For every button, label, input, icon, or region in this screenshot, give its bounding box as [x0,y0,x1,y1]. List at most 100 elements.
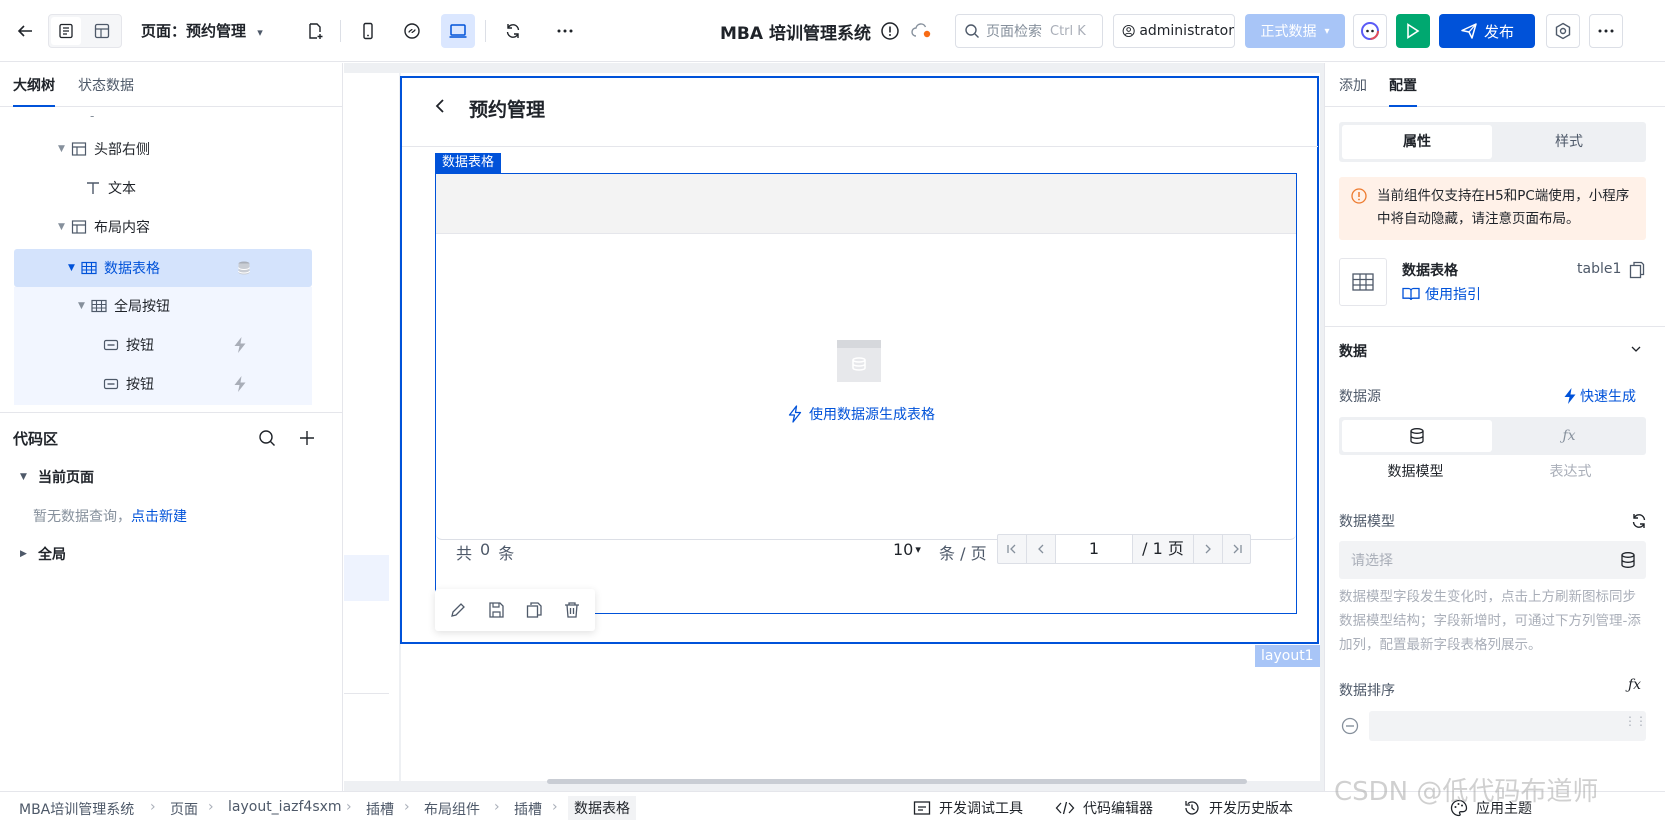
user-menu[interactable]: administrator [1113,14,1235,48]
tab-outline-tree[interactable]: 大纲树 [13,75,55,107]
tree-node-header-right[interactable]: ▼ 头部右侧 [58,130,150,168]
page-input[interactable]: 1 [1056,535,1133,563]
layout-tag[interactable]: layout1 [1255,645,1320,667]
copy-icon[interactable] [525,601,543,619]
more-icon[interactable] [548,14,582,48]
database-icon[interactable] [236,260,252,276]
refresh-icon[interactable] [496,14,530,48]
breadcrumb-item[interactable]: MBA培训管理系统 [19,799,134,819]
mobile-preview-icon[interactable] [351,14,385,48]
page-title: 预约管理 [469,99,546,121]
edit-icon[interactable] [449,601,467,619]
first-page-icon[interactable] [998,535,1027,563]
breadcrumb-item[interactable]: 布局组件 [424,799,480,819]
ds-option-expression[interactable]: 表达式 [1495,461,1646,481]
last-page-icon[interactable] [1223,535,1250,563]
function-fx-icon[interactable]: ƒx [1628,677,1641,693]
prev-page-icon[interactable] [1027,535,1056,563]
model-placeholder: 请选择 [1351,553,1393,569]
run-preview-button[interactable] [1396,14,1430,48]
caret-right-icon[interactable]: ▶ [20,549,38,559]
publish-button[interactable]: 发布 [1439,14,1535,48]
table-body [436,234,1296,540]
breadcrumb-item[interactable]: 插槽 [514,799,542,819]
settings-icon[interactable] [1546,14,1580,48]
caret-down-icon[interactable]: ▼ [58,222,70,232]
miniprogram-preview-icon[interactable] [395,14,429,48]
property-style-segment: 属性 样式 [1339,122,1646,162]
page-selector[interactable]: 页面：预约管理 ▾ [141,20,263,41]
model-select[interactable]: 请选择 [1339,541,1646,579]
function-fx-icon[interactable]: ƒx [1495,420,1643,452]
info-icon[interactable] [880,21,900,41]
component-name: 数据表格 [1402,263,1458,279]
env-selector[interactable]: 正式数据 ▾ [1245,14,1345,48]
breadcrumb-item[interactable]: 插槽 [366,799,394,819]
generate-table-link[interactable]: 使用数据源生成表格 [787,404,935,424]
outline-view-icon[interactable] [51,17,81,45]
quick-generate-link[interactable]: 快速生成 [1563,386,1636,406]
caret-down-icon[interactable]: ▼ [68,263,80,273]
code-group-current-page[interactable]: ▼ 当前页面 [20,467,94,487]
ai-assistant-icon[interactable] [1353,14,1387,48]
history-button[interactable]: 开发历史版本 [1183,798,1293,818]
caret-down-icon[interactable]: ▼ [58,144,70,154]
code-editor-button[interactable]: 代码编辑器 [1055,798,1153,818]
drag-handle-icon[interactable]: ⋮⋮ [1624,714,1647,728]
caret-down-icon[interactable]: ▼ [20,472,38,482]
breadcrumb-item[interactable]: 页面 [170,799,198,819]
code-group-global[interactable]: ▶ 全局 [20,544,66,564]
tab-add[interactable]: 添加 [1339,75,1367,95]
chevron-left-icon[interactable] [434,97,446,115]
create-query-link[interactable]: 点击新建 [131,509,187,525]
copy-id-icon[interactable] [1629,261,1645,279]
save-icon[interactable] [487,601,505,619]
tree-node-data-table[interactable]: ▼ 数据表格 [68,249,160,287]
code-icon [1055,801,1075,815]
search-icon [965,24,979,38]
more-menu-icon[interactable] [1589,14,1623,48]
tree-node-layout-content[interactable]: ▼ 布局内容 [58,208,150,246]
tab-config[interactable]: 配置 [1389,75,1417,107]
lightning-event-icon[interactable] [232,375,248,393]
remove-circle-icon[interactable] [1341,717,1359,735]
tree-node-global-buttons[interactable]: ▼ 全局按钮 [78,287,170,325]
delete-icon[interactable] [563,601,581,619]
layout-view-icon[interactable] [87,17,117,45]
pc-preview-icon[interactable] [441,14,475,48]
app-theme-button[interactable]: 应用主题 [1450,798,1532,818]
refresh-icon[interactable] [1630,512,1648,530]
breadcrumb-separator: › [150,799,156,815]
breadcrumb-separator: › [404,799,410,815]
seg-properties[interactable]: 属性 [1342,125,1492,159]
tree-node-text[interactable]: 文本 [84,169,136,207]
cloud-sync-icon[interactable] [910,21,934,41]
table-icon [90,297,108,315]
canvas-ghost-divider [344,693,389,694]
notice-banner: 当前组件仅支持在H5和PC端使用，小程序中将自动隐藏，请注意页面布局。 [1339,177,1646,240]
page-search-input[interactable]: 页面检索 Ctrl K [955,14,1103,48]
usage-guide-link[interactable]: 使用指引 [1402,284,1481,304]
chevron-down-icon[interactable] [1630,343,1642,355]
add-icon[interactable] [298,429,316,447]
sort-field-select[interactable]: ⋮⋮ [1369,711,1647,741]
caret-down-icon[interactable]: ▼ [78,301,90,311]
code-editor-label: 代码编辑器 [1083,801,1153,817]
seg-style[interactable]: 样式 [1495,125,1643,159]
page-size-select[interactable]: 10 ▾ [893,540,921,559]
add-page-icon[interactable] [298,14,332,48]
debug-tools-button[interactable]: 开发调试工具 [913,798,1023,818]
search-icon[interactable] [258,429,276,447]
horizontal-scrollbar[interactable] [547,779,1247,784]
breadcrumb-item[interactable]: layout_iazf4sxm [228,799,342,815]
tab-state-data[interactable]: 状态数据 [78,75,134,95]
tree-node-button-2[interactable]: 按钮 [102,365,154,403]
database-icon[interactable] [1342,420,1492,452]
ds-option-model[interactable]: 数据模型 [1339,461,1492,481]
tree-node-button-1[interactable]: 按钮 [102,326,154,364]
next-page-icon[interactable] [1194,535,1223,563]
data-table-tag[interactable]: 数据表格 [435,153,502,173]
breadcrumb-current[interactable]: 数据表格 [568,796,636,820]
back-arrow-icon[interactable] [8,14,42,48]
lightning-event-icon[interactable] [232,336,248,354]
